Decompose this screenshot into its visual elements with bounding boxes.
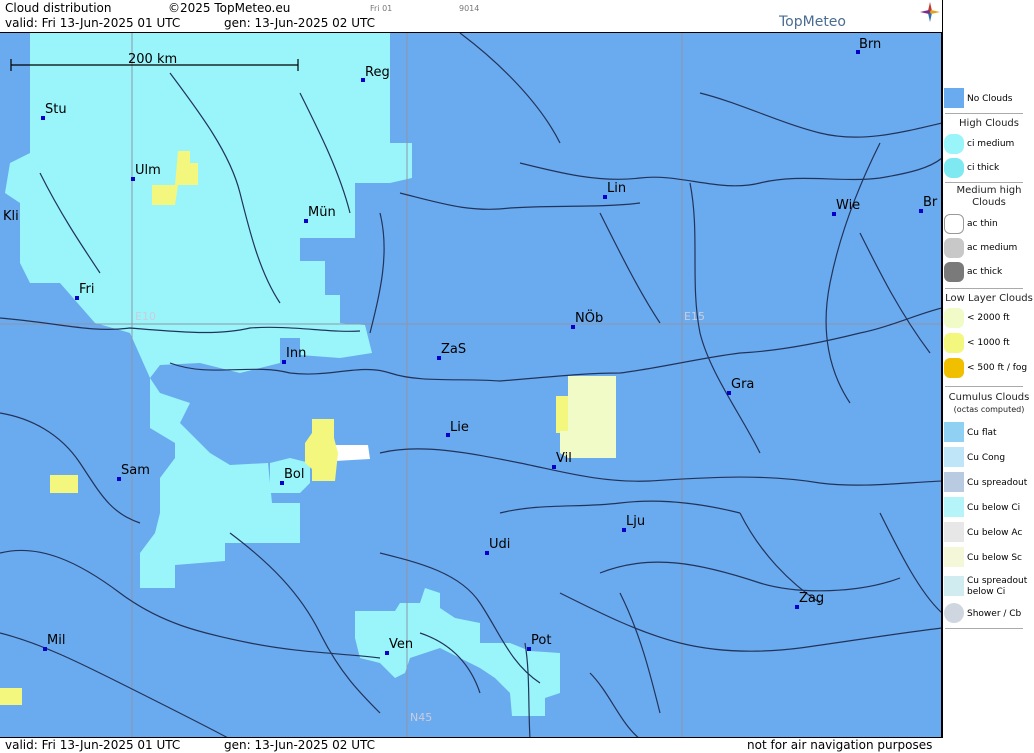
city-zag[interactable]: Zag xyxy=(795,591,824,609)
legend-divider xyxy=(945,113,1023,114)
day-small-text: Fri 01 xyxy=(370,4,393,13)
compass-icon xyxy=(920,2,940,22)
code-small-text: 9014 xyxy=(459,4,480,13)
city-br[interactable]: Br xyxy=(919,195,937,213)
legend-cu-below-ac: Cu below Ac xyxy=(943,522,1034,544)
legend-cumulus-header: Cumulus Clouds xyxy=(948,392,1030,403)
city-stu[interactable]: Stu xyxy=(41,102,67,120)
legend-low-2000: < 2000 ft xyxy=(943,308,1034,330)
city-zas[interactable]: ZaS xyxy=(437,342,466,360)
legend-low-1000: < 1000 ft xyxy=(943,333,1034,355)
city-wie[interactable]: Wie xyxy=(832,198,860,216)
legend-panel: No Clouds High Clouds ci medium ci thick… xyxy=(942,0,1034,738)
chart-title: Cloud distribution xyxy=(5,1,112,15)
city-vil[interactable]: Vil xyxy=(552,451,572,469)
legend-ac-thick: ac thick xyxy=(943,262,1034,284)
legend-medium-header: Medium high Clouds xyxy=(956,185,1022,208)
legend-ci-thick: ci thick xyxy=(943,158,1034,180)
city-inn[interactable]: Inn xyxy=(282,346,306,364)
city-reg[interactable]: Reg xyxy=(361,65,390,82)
grid-label-n45: N45 xyxy=(410,711,433,724)
city-fri[interactable]: Fri xyxy=(75,282,95,300)
legend-ac-thin: ac thin xyxy=(943,214,1034,236)
legend-high-header: High Clouds xyxy=(959,118,1019,129)
legend-cu-below-sc: Cu below Sc xyxy=(943,547,1034,569)
legend-divider xyxy=(945,288,1023,289)
legend-ac-medium: ac medium xyxy=(943,238,1034,260)
city-ulm[interactable]: Ulm xyxy=(131,163,161,181)
city-sam[interactable]: Sam xyxy=(117,463,150,481)
topmeteo-logo: TopMeteo xyxy=(779,14,846,30)
legend-cu-spreadout-below-ci: Cu spreadout below Ci xyxy=(943,574,1034,600)
city-muen[interactable]: Mün xyxy=(304,205,336,223)
legend-cu-cong: Cu Cong xyxy=(943,447,1034,469)
scale-label: 200 km xyxy=(128,52,178,67)
cloud-map[interactable]: 200 km E10 E15 N45 Brn Reg Stu Ulm Lin K… xyxy=(0,32,942,738)
city-kli[interactable]: Kli xyxy=(3,209,19,224)
grid-label-e10: E10 xyxy=(135,310,156,323)
header-bar: Cloud distribution ©2025 TopMeteo.eu Fri… xyxy=(0,0,942,32)
map-canvas xyxy=(0,33,941,737)
footer-valid-time: valid: Fri 13-Jun-2025 01 UTC xyxy=(5,738,181,752)
legend-cumulus-sub: (octas computed) xyxy=(953,405,1025,414)
city-gra[interactable]: Gra xyxy=(727,377,754,395)
legend-low-header: Low Layer Clouds xyxy=(945,293,1033,304)
valid-time: valid: Fri 13-Jun-2025 01 UTC xyxy=(5,16,181,30)
legend-divider xyxy=(945,628,1023,629)
legend-cu-flat: Cu flat xyxy=(943,422,1034,444)
city-ven[interactable]: Ven xyxy=(385,637,413,655)
city-lie[interactable]: Lie xyxy=(446,420,469,437)
city-lju[interactable]: Lju xyxy=(622,514,645,532)
legend-cu-below-ci: Cu below Ci xyxy=(943,497,1034,519)
footer-bar: valid: Fri 13-Jun-2025 01 UTC gen: 13-Ju… xyxy=(0,738,1034,753)
grid-label-e15: E15 xyxy=(684,310,705,323)
legend-low-500-fog: < 500 ft / fog xyxy=(943,358,1034,380)
generated-time: gen: 13-Jun-2025 02 UTC xyxy=(224,16,376,30)
copyright-text: ©2025 TopMeteo.eu xyxy=(168,1,291,15)
legend-cu-spreadout: Cu spreadout xyxy=(943,472,1034,494)
legend-swatch xyxy=(944,88,964,108)
legend-no-clouds: No Clouds xyxy=(943,88,1034,110)
footer-generated-time: gen: 13-Jun-2025 02 UTC xyxy=(224,738,376,752)
legend-divider xyxy=(945,182,1023,183)
legend-ci-medium: ci medium xyxy=(943,134,1034,156)
city-brn[interactable]: Brn xyxy=(856,37,881,54)
city-mil[interactable]: Mil xyxy=(43,633,65,651)
city-udi[interactable]: Udi xyxy=(485,537,510,555)
legend-shower-cb: Shower / Cb xyxy=(943,603,1034,625)
city-bol[interactable]: Bol xyxy=(280,467,304,485)
city-pot[interactable]: Pot xyxy=(527,633,551,651)
footer-disclaimer: not for air navigation purposes xyxy=(747,738,933,752)
city-lin[interactable]: Lin xyxy=(603,181,626,199)
legend-divider xyxy=(945,386,1023,387)
city-noeb[interactable]: NÖb xyxy=(571,311,603,329)
